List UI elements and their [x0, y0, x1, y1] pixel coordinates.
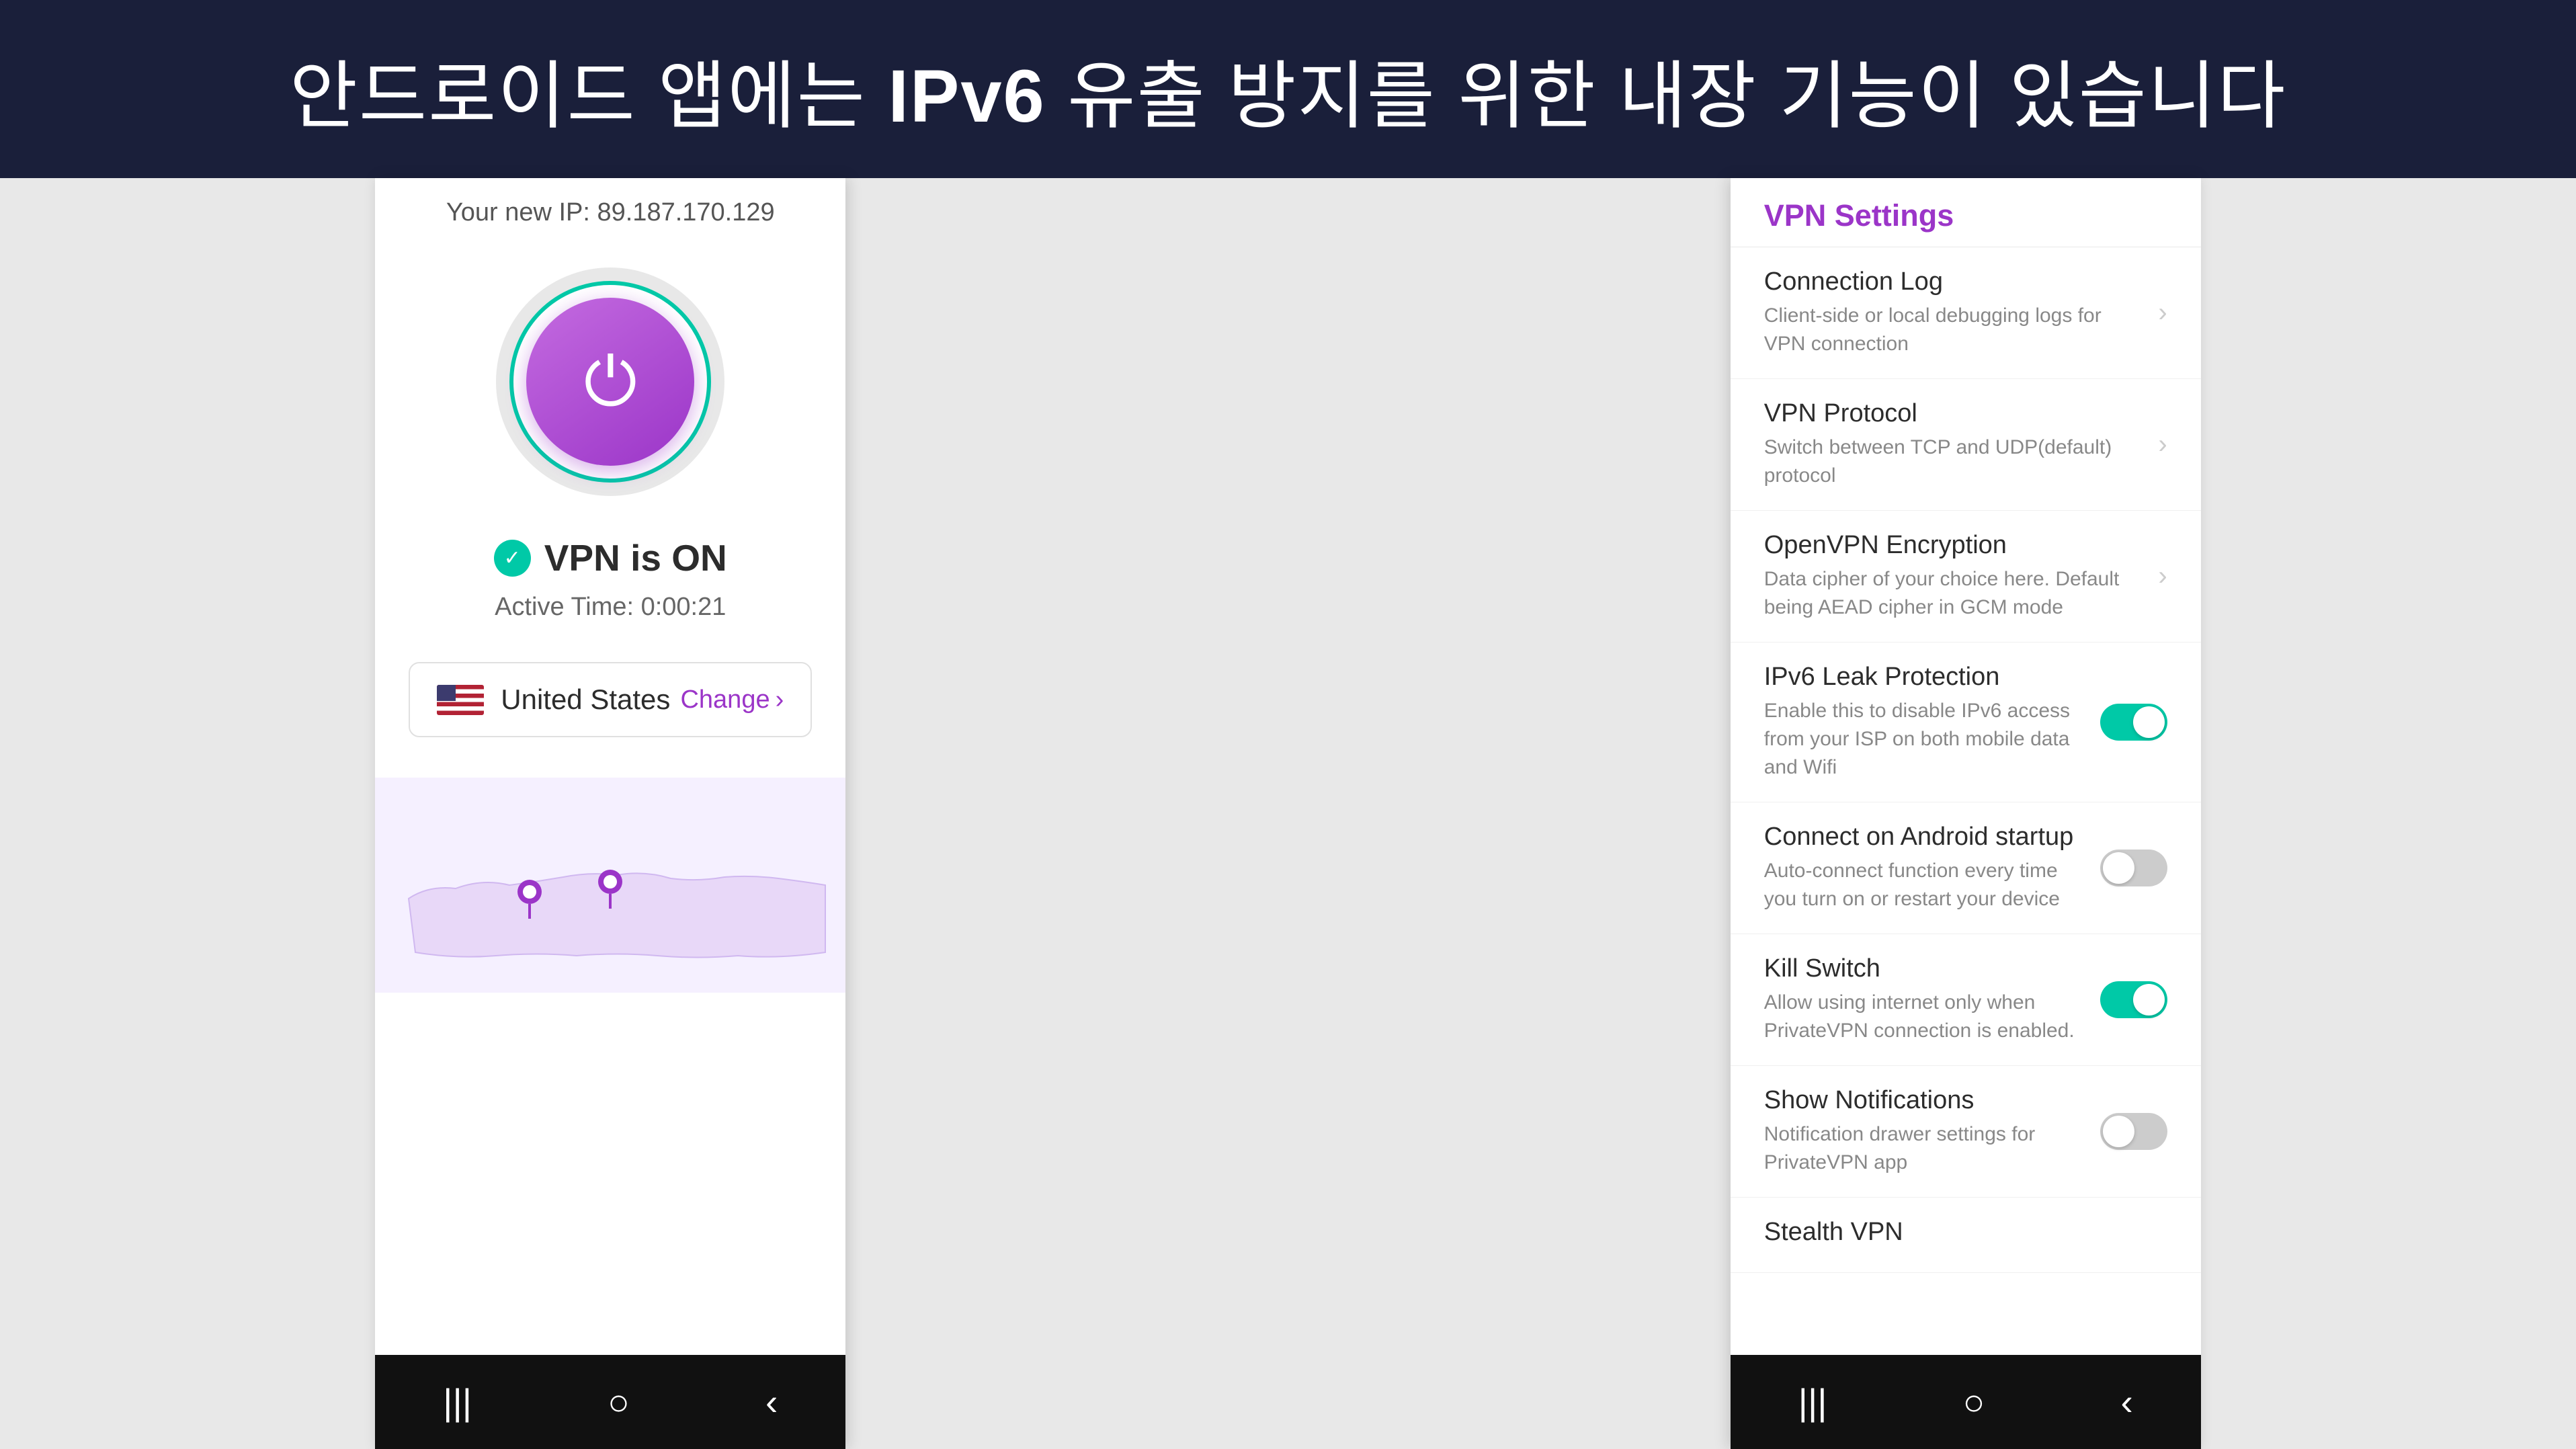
settings-item-connection-log-content: Connection Log Client-side or local debu… — [1764, 267, 2159, 358]
power-icon: ⏻ — [584, 348, 637, 415]
settings-item-ipv6-content: IPv6 Leak Protection Enable this to disa… — [1764, 663, 2100, 782]
connection-log-title: Connection Log — [1764, 267, 2145, 296]
bottom-nav-left: ||| ○ ‹ — [375, 1355, 845, 1449]
settings-item-notifications[interactable]: Show Notifications Notification drawer s… — [1731, 1066, 2201, 1198]
notifications-desc: Notification drawer settings for Private… — [1764, 1120, 2087, 1177]
android-startup-desc: Auto-connect function every time you tur… — [1764, 857, 2087, 913]
settings-item-ipv6-leak[interactable]: IPv6 Leak Protection Enable this to disa… — [1731, 643, 2201, 802]
settings-item-kill-switch-content: Kill Switch Allow using internet only wh… — [1764, 954, 2100, 1045]
settings-item-vpn-protocol-content: VPN Protocol Switch between TCP and UDP(… — [1764, 399, 2159, 490]
vpn-status-row: ✓ VPN is ON — [494, 536, 727, 579]
change-chevron-icon: › — [776, 686, 784, 714]
change-button[interactable]: Change › — [680, 686, 784, 714]
settings-item-stealth-vpn[interactable]: Stealth VPN — [1731, 1198, 2201, 1273]
power-button-outer[interactable]: ⏻ — [496, 267, 724, 496]
ip-address: Your new IP: 89.187.170.129 — [446, 198, 775, 227]
map-area — [375, 778, 845, 993]
power-button-ring: ⏻ — [509, 281, 711, 483]
vpn-protocol-desc: Switch between TCP and UDP(default) prot… — [1764, 433, 2145, 490]
settings-item-openvpn-encryption[interactable]: OpenVPN Encryption Data cipher of your c… — [1731, 511, 2201, 643]
ipv6-leak-toggle-thumb — [2133, 706, 2165, 738]
power-button-inner: ⏻ — [526, 298, 694, 466]
android-startup-toggle-thumb — [2103, 852, 2134, 884]
settings-title: VPN Settings — [1764, 198, 2167, 233]
vpn-protocol-chevron-icon: › — [2158, 429, 2167, 460]
settings-item-vpn-protocol[interactable]: VPN Protocol Switch between TCP and UDP(… — [1731, 379, 2201, 511]
main-content: Your new IP: 89.187.170.129 ⏻ ✓ VPN is O… — [0, 178, 2576, 1449]
gap-area — [1221, 178, 1356, 1449]
openvpn-chevron-icon: › — [2158, 561, 2167, 591]
active-time: Active Time: 0:00:21 — [495, 593, 726, 622]
menu-nav-right-icon[interactable]: ||| — [1798, 1380, 1827, 1423]
notifications-title: Show Notifications — [1764, 1086, 2087, 1115]
settings-screen: VPN Settings Connection Log Client-side … — [1731, 178, 2201, 1355]
location-left: United States — [437, 684, 670, 716]
settings-item-android-startup[interactable]: Connect on Android startup Auto-connect … — [1731, 802, 2201, 934]
bottom-nav-right: ||| ○ ‹ — [1731, 1355, 2201, 1449]
vpn-check-icon: ✓ — [494, 540, 531, 577]
phone-screen-left: Your new IP: 89.187.170.129 ⏻ ✓ VPN is O… — [375, 178, 845, 1355]
notifications-toggle[interactable] — [2100, 1113, 2167, 1150]
settings-item-stealth-content: Stealth VPN — [1764, 1218, 2167, 1252]
android-startup-toggle[interactable] — [2100, 850, 2167, 886]
phone-right-wrapper: VPN Settings Connection Log Client-side … — [1356, 178, 2576, 1449]
banner-text: 안드로이드 앱에는 IPv6 유출 방지를 위한 내장 기능이 있습니다 — [290, 36, 2287, 143]
home-nav-right-icon[interactable]: ○ — [1962, 1380, 1985, 1423]
ipv6-leak-desc: Enable this to disable IPv6 access from … — [1764, 697, 2087, 782]
kill-switch-toggle[interactable] — [2100, 981, 2167, 1018]
kill-switch-title: Kill Switch — [1764, 954, 2087, 983]
settings-item-openvpn-content: OpenVPN Encryption Data cipher of your c… — [1764, 531, 2159, 622]
home-nav-icon[interactable]: ○ — [608, 1380, 630, 1423]
vpn-status-text: VPN is ON — [544, 536, 727, 579]
ipv6-leak-toggle[interactable] — [2100, 704, 2167, 741]
connection-log-chevron-icon: › — [2158, 298, 2167, 328]
stealth-vpn-title: Stealth VPN — [1764, 1218, 2154, 1247]
settings-item-kill-switch[interactable]: Kill Switch Allow using internet only wh… — [1731, 934, 2201, 1066]
connection-log-desc: Client-side or local debugging logs for … — [1764, 302, 2145, 358]
kill-switch-toggle-thumb — [2133, 984, 2165, 1016]
back-nav-right-icon[interactable]: ‹ — [2120, 1380, 2132, 1423]
phone-left-wrapper: Your new IP: 89.187.170.129 ⏻ ✓ VPN is O… — [0, 178, 1221, 1449]
openvpn-title: OpenVPN Encryption — [1764, 531, 2145, 560]
settings-item-notifications-content: Show Notifications Notification drawer s… — [1764, 1086, 2100, 1177]
notifications-toggle-thumb — [2103, 1116, 2134, 1147]
settings-item-startup-content: Connect on Android startup Auto-connect … — [1764, 823, 2100, 913]
ipv6-leak-title: IPv6 Leak Protection — [1764, 663, 2087, 692]
location-name: United States — [501, 684, 670, 716]
top-banner: 안드로이드 앱에는 IPv6 유출 방지를 위한 내장 기능이 있습니다 — [0, 0, 2576, 178]
us-flag-icon — [437, 685, 484, 715]
settings-list: Connection Log Client-side or local debu… — [1731, 247, 2201, 1273]
phone-right: VPN Settings Connection Log Client-side … — [1731, 178, 2201, 1449]
settings-header: VPN Settings — [1731, 178, 2201, 247]
settings-item-connection-log[interactable]: Connection Log Client-side or local debu… — [1731, 247, 2201, 379]
kill-switch-desc: Allow using internet only when PrivateVP… — [1764, 989, 2087, 1045]
android-startup-title: Connect on Android startup — [1764, 823, 2087, 852]
phone-left: Your new IP: 89.187.170.129 ⏻ ✓ VPN is O… — [375, 178, 845, 1449]
menu-nav-icon[interactable]: ||| — [443, 1380, 472, 1423]
location-selector[interactable]: United States Change › — [409, 662, 812, 737]
map-svg — [375, 778, 845, 993]
vpn-protocol-title: VPN Protocol — [1764, 399, 2145, 428]
back-nav-icon[interactable]: ‹ — [765, 1380, 778, 1423]
openvpn-desc: Data cipher of your choice here. Default… — [1764, 565, 2145, 622]
